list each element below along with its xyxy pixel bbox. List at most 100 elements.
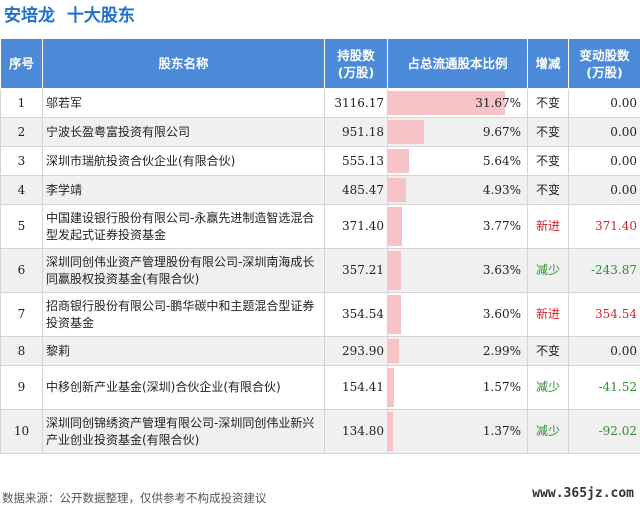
change-status: 新进 <box>527 204 569 249</box>
row-index: 1 <box>0 88 43 118</box>
table-row: 8 黎莉 293.90 2.99% 不变 0.00 <box>0 336 640 366</box>
change-status: 减少 <box>527 409 569 454</box>
shareholder-name: 黎莉 <box>42 336 325 366</box>
ratio-bar <box>388 207 402 246</box>
change-status: 减少 <box>527 248 569 293</box>
delta-value: 354.54 <box>568 292 640 337</box>
delta-value: 0.00 <box>568 117 640 147</box>
ratio-value: 3.77% <box>482 219 521 233</box>
table-row: 5 中国建设银行股份有限公司-永赢先进制造智选混合型发起式证券投资基金 371.40… <box>0 204 640 249</box>
delta-value: 0.00 <box>568 146 640 176</box>
row-index: 3 <box>0 146 43 176</box>
ratio-value: 1.57% <box>482 380 521 394</box>
shares-value: 354.54 <box>324 292 388 337</box>
table-row: 10 深圳同创锦绣资产管理有限公司-深圳同创伟业新兴产业创业投资基金(有限合伙) 1… <box>0 409 640 454</box>
change-status: 不变 <box>527 88 569 118</box>
shares-value: 154.41 <box>324 365 388 410</box>
ratio-bar <box>388 251 402 290</box>
row-index: 7 <box>0 292 43 337</box>
table-header-row: 序号 股东名称 持股数 (万股) 占总流通股本比例 增减 变动股数 (万股) <box>0 38 640 89</box>
table-row: 3 深圳市瑞航投资合伙企业(有限合伙) 555.13 5.64% 不变 0.00 <box>0 146 640 176</box>
shareholder-name: 深圳同创锦绣资产管理有限公司-深圳同创伟业新兴产业创业投资基金(有限合伙) <box>42 409 325 454</box>
ratio-value: 1.37% <box>482 424 521 438</box>
change-status: 不变 <box>527 146 569 176</box>
shares-value: 951.18 <box>324 117 388 147</box>
row-index: 4 <box>0 175 43 205</box>
ratio-value: 9.67% <box>482 124 521 139</box>
row-index: 10 <box>0 409 43 454</box>
ratio-cell: 31.67% <box>387 88 528 118</box>
shareholder-name: 李学靖 <box>42 175 325 205</box>
delta-value: -41.52 <box>568 365 640 410</box>
ratio-cell: 2.99% <box>387 336 528 366</box>
ratio-value: 3.60% <box>482 307 521 321</box>
ratio-bar <box>388 178 407 202</box>
table-row: 1 邬若军 3116.17 31.67% 不变 0.00 <box>0 88 640 118</box>
shareholder-name: 深圳同创伟业资产管理股份有限公司-深圳南海成长同赢股权投资基金(有限合伙) <box>42 248 325 293</box>
col-header-change: 增减 <box>527 38 569 89</box>
row-index: 2 <box>0 117 43 147</box>
change-status: 减少 <box>527 365 569 410</box>
table-row: 2 宁波长盈粤富投资有限公司 951.18 9.67% 不变 0.00 <box>0 117 640 147</box>
shareholder-name: 招商银行股份有限公司-鹏华碳中和主题混合型证券投资基金 <box>42 292 325 337</box>
shareholder-name: 中移创新产业基金(深圳)合伙企业(有限合伙) <box>42 365 325 410</box>
ratio-bar <box>388 120 424 144</box>
col-header-delta: 变动股数 (万股) <box>568 38 640 89</box>
delta-value: 0.00 <box>568 88 640 118</box>
shares-value: 293.90 <box>324 336 388 366</box>
change-status: 不变 <box>527 336 569 366</box>
col-header-ratio: 占总流通股本比例 <box>387 38 528 89</box>
table-row: 4 李学靖 485.47 4.93% 不变 0.00 <box>0 175 640 205</box>
ratio-cell: 1.57% <box>387 365 528 410</box>
ratio-bar <box>388 149 409 173</box>
shares-value: 134.80 <box>324 409 388 454</box>
col-header-name: 股东名称 <box>42 38 325 89</box>
company-name: 安培龙 <box>4 6 55 26</box>
ratio-value: 3.63% <box>482 263 521 277</box>
table-row: 9 中移创新产业基金(深圳)合伙企业(有限合伙) 154.41 1.57% 减少 -41.… <box>0 365 640 410</box>
table-row: 7 招商银行股份有限公司-鹏华碳中和主题混合型证券投资基金 354.54 3.60% 新… <box>0 292 640 337</box>
shares-value: 357.21 <box>324 248 388 293</box>
shares-value: 555.13 <box>324 146 388 176</box>
ratio-value: 2.99% <box>482 343 521 358</box>
shareholders-table: 序号 股东名称 持股数 (万股) 占总流通股本比例 增减 变动股数 (万股) 1 邬若… <box>0 38 640 454</box>
ratio-cell: 5.64% <box>387 146 528 176</box>
ratio-value: 31.67% <box>475 95 521 110</box>
ratio-cell: 3.63% <box>387 248 528 293</box>
ratio-bar <box>388 295 402 334</box>
page-title: 安培龙 十大股东 <box>4 2 135 30</box>
shares-value: 371.40 <box>324 204 388 249</box>
ratio-cell: 3.77% <box>387 204 528 249</box>
shareholder-name: 深圳市瑞航投资合伙企业(有限合伙) <box>42 146 325 176</box>
site-watermark: www.365jz.com <box>532 486 634 501</box>
delta-value: 0.00 <box>568 336 640 366</box>
ratio-cell: 1.37% <box>387 409 528 454</box>
table-row: 6 深圳同创伟业资产管理股份有限公司-深圳南海成长同赢股权投资基金(有限合伙) 35… <box>0 248 640 293</box>
data-source-note: 数据来源：公开数据整理，仅供参考不构成投资建议 <box>2 491 267 505</box>
row-index: 9 <box>0 365 43 410</box>
shareholder-name: 邬若军 <box>42 88 325 118</box>
shareholder-name: 中国建设银行股份有限公司-永赢先进制造智选混合型发起式证券投资基金 <box>42 204 325 249</box>
ratio-value: 4.93% <box>482 182 521 197</box>
ratio-cell: 9.67% <box>387 117 528 147</box>
row-index: 6 <box>0 248 43 293</box>
ratio-bar <box>388 412 394 451</box>
ratio-cell: 4.93% <box>387 175 528 205</box>
col-header-index: 序号 <box>0 38 43 89</box>
page-subtitle: 十大股东 <box>66 6 135 26</box>
change-status: 新进 <box>527 292 569 337</box>
ratio-bar <box>388 339 400 363</box>
delta-value: -243.87 <box>568 248 640 293</box>
ratio-cell: 3.60% <box>387 292 528 337</box>
ratio-value: 5.64% <box>482 153 521 168</box>
change-status: 不变 <box>527 117 569 147</box>
row-index: 5 <box>0 204 43 249</box>
col-header-shares: 持股数 (万股) <box>324 38 388 89</box>
shares-value: 485.47 <box>324 175 388 205</box>
delta-value: 371.40 <box>568 204 640 249</box>
shareholder-name: 宁波长盈粤富投资有限公司 <box>42 117 325 147</box>
delta-value: 0.00 <box>568 175 640 205</box>
ratio-bar <box>388 368 394 407</box>
row-index: 8 <box>0 336 43 366</box>
delta-value: -92.02 <box>568 409 640 454</box>
